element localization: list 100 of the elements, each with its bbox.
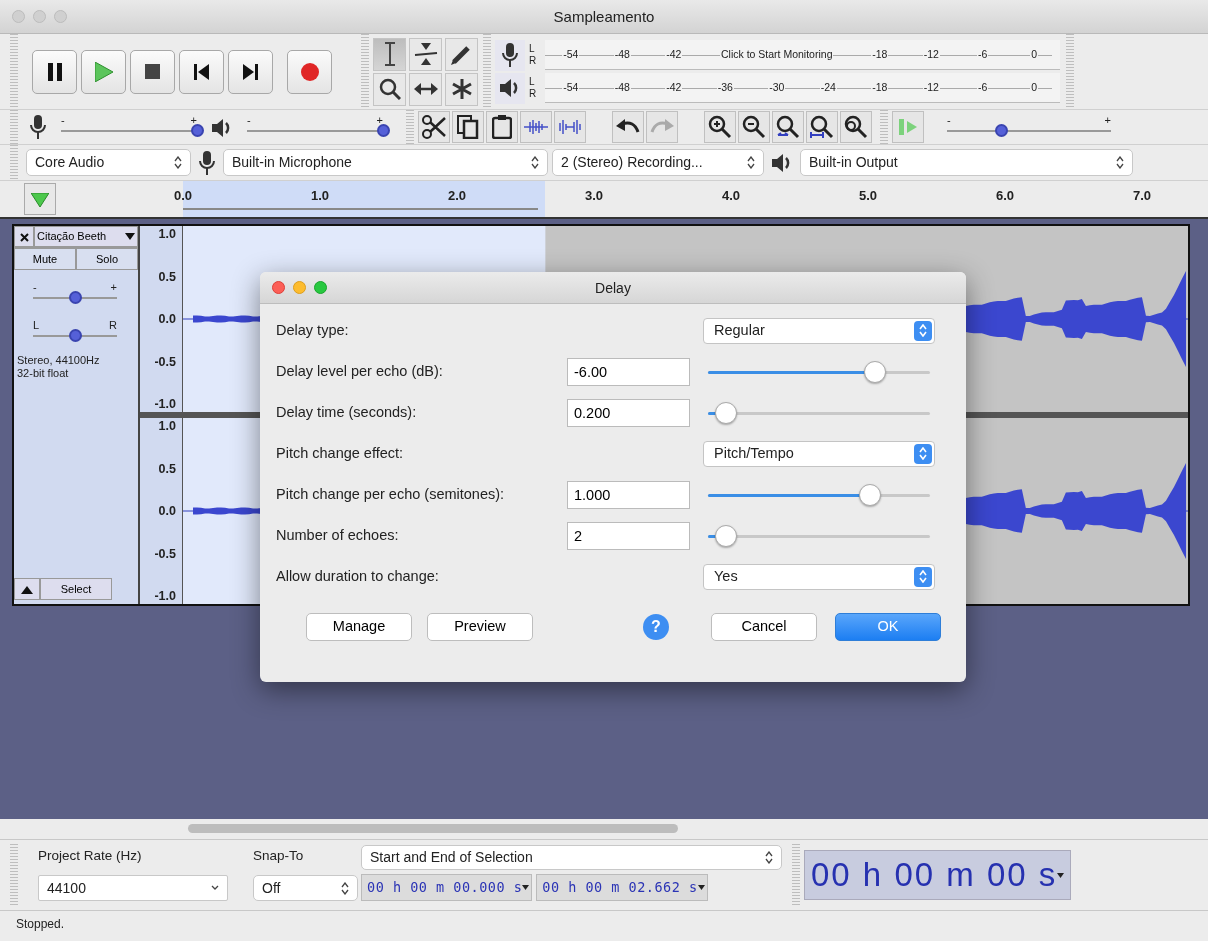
meter-tick-label: -54: [562, 47, 580, 60]
slider-thumb[interactable]: [714, 401, 737, 424]
track-info: Stereo, 44100Hz: [17, 354, 101, 367]
field-label: Delay level per echo (dB):: [276, 361, 444, 381]
field-label: Snap-To: [253, 847, 305, 865]
slider-thumb[interactable]: [191, 124, 204, 137]
status-text: Stopped.: [15, 916, 66, 933]
record-button[interactable]: [287, 49, 332, 94]
text-cursor-icon: [383, 42, 396, 66]
plus-label: R: [109, 320, 117, 331]
meter-tick-label: -12: [922, 47, 940, 60]
minus-label: -: [947, 115, 951, 126]
fit-selection-button[interactable]: [772, 111, 804, 143]
track-button[interactable]: Mute: [14, 248, 76, 270]
speaker-icon: [772, 153, 792, 174]
undo-button[interactable]: [612, 111, 644, 143]
double-arrow-icon: [413, 82, 438, 96]
scale-label: -0.5: [154, 546, 177, 561]
slider-thumb[interactable]: [69, 291, 82, 304]
stop-button[interactable]: [130, 49, 175, 94]
chevron-icon: [341, 881, 349, 895]
play-head-button[interactable]: [24, 183, 56, 215]
collapse-button[interactable]: [14, 578, 40, 600]
plus-label: +: [110, 282, 117, 293]
slider[interactable]: [708, 360, 930, 383]
dropdown[interactable]: Pitch/Tempo: [703, 440, 935, 467]
number-field[interactable]: 1.000: [567, 480, 690, 509]
meter-hint: Click to Start Monitoring: [720, 47, 834, 60]
gain-slider[interactable]: - +: [26, 282, 124, 306]
pause-button[interactable]: [32, 49, 77, 94]
skip-start-button[interactable]: [179, 49, 224, 94]
tool-button[interactable]: [409, 37, 442, 71]
volume-slider[interactable]: - +: [240, 115, 390, 139]
scale-label: 1.0: [158, 419, 177, 433]
tool-button[interactable]: [445, 37, 478, 71]
track-button[interactable]: Solo: [76, 248, 138, 270]
dialog-button[interactable]: Manage: [306, 613, 412, 641]
selection-mode-dropdown[interactable]: Start and End of Selection: [361, 845, 782, 870]
zoom-toggle-button[interactable]: [840, 111, 872, 143]
input-device-dropdown[interactable]: Built-in Microphone: [223, 149, 548, 176]
number-field[interactable]: -6.00: [567, 357, 690, 386]
select-button[interactable]: Select: [40, 578, 112, 600]
tool-button[interactable]: [409, 72, 442, 106]
slider-thumb[interactable]: [859, 483, 882, 506]
minus-label: -: [247, 115, 251, 126]
level-meter[interactable]: -54 -48 -42 -36 -30 -24 -18 -12 -6 0: [545, 73, 1060, 103]
level-meter[interactable]: -54 -48 -42 Click to Start Monitoring -18 -12 -6 0: [545, 40, 1060, 70]
zoom-in-button[interactable]: [704, 111, 736, 143]
tool-button[interactable]: [373, 72, 406, 106]
paste-button[interactable]: [486, 111, 518, 143]
slider-thumb[interactable]: [377, 124, 390, 137]
number-field[interactable]: 0.200: [567, 398, 690, 427]
minus-label: -: [61, 115, 65, 126]
cut-button[interactable]: [418, 111, 450, 143]
scale-label: 0.5: [158, 461, 177, 476]
scrollbar-thumb[interactable]: [188, 824, 678, 833]
zoom-button[interactable]: [314, 281, 327, 294]
time-field[interactable]: 00 h 00 m 02.662 s: [536, 874, 708, 901]
timeline-ruler[interactable]: 0.0 1.0 2.0 3.0 4.0 5.0 6.0 7.0: [0, 181, 1208, 219]
audio-position-display[interactable]: 00 h 00 m 00 s: [804, 850, 1072, 900]
slider-thumb[interactable]: [995, 124, 1009, 137]
dialog-button[interactable]: Preview: [427, 613, 533, 641]
minus-label: L: [33, 320, 40, 331]
pan-slider[interactable]: L R: [26, 320, 124, 344]
snap-dropdown[interactable]: Off: [253, 875, 358, 902]
meter-tick-label: -48: [613, 80, 631, 93]
dropdown[interactable]: Regular: [703, 317, 935, 344]
tool-button[interactable]: [373, 37, 406, 71]
slider-thumb[interactable]: [863, 360, 886, 383]
ruler-label: 3.0: [584, 187, 604, 205]
silence-button[interactable]: [554, 111, 586, 143]
host-dropdown[interactable]: Core Audio: [26, 149, 191, 176]
output-device-dropdown[interactable]: Built-in Output: [800, 149, 1133, 176]
time-field[interactable]: 00 h 00 m 00.000 s: [361, 874, 533, 901]
zoom-out-button[interactable]: [738, 111, 770, 143]
tool-button[interactable]: [445, 72, 478, 106]
slider-thumb[interactable]: [714, 524, 737, 547]
pencil-icon: [450, 43, 473, 65]
volume-slider[interactable]: - +: [54, 115, 204, 139]
fit-project-button[interactable]: [806, 111, 838, 143]
copy-button[interactable]: [452, 111, 484, 143]
close-button[interactable]: [14, 226, 34, 247]
slider[interactable]: [708, 401, 930, 424]
slider[interactable]: [708, 524, 930, 547]
slider[interactable]: [708, 483, 930, 506]
chevron-icon: [747, 156, 755, 169]
speed-slider[interactable]: - +: [940, 115, 1118, 139]
scale-label: 0.5: [158, 269, 177, 284]
slider-thumb[interactable]: [69, 329, 82, 342]
scale-label: 0.0: [158, 504, 177, 518]
dropdown[interactable]: Yes: [703, 563, 935, 590]
rate-dropdown[interactable]: 44100: [38, 875, 228, 902]
triangle-icon: [21, 585, 33, 594]
channels-dropdown[interactable]: 2 (Stereo) Recording...: [552, 149, 764, 176]
scale-label: 1.0: [158, 227, 177, 241]
dialog-button[interactable]: Cancel: [711, 613, 817, 641]
minimize-button[interactable]: [293, 281, 306, 294]
number-field[interactable]: 2: [567, 521, 690, 550]
track-name-menu[interactable]: Citação Beeth: [34, 226, 138, 247]
skip-end-button[interactable]: [228, 49, 273, 94]
